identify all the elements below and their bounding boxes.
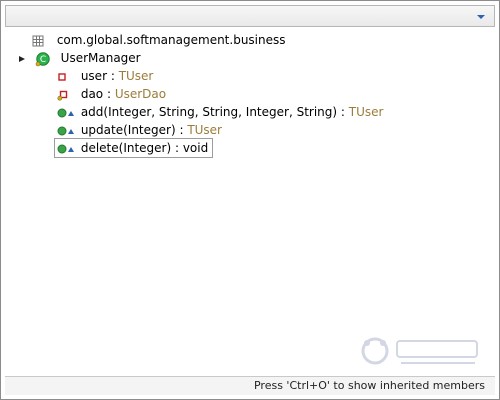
- member-separator: :: [107, 69, 119, 83]
- member-dao[interactable]: dao : UserDao: [57, 85, 166, 103]
- svg-text:C: C: [40, 55, 46, 65]
- member-label: dao : UserDao: [81, 87, 166, 101]
- member-name: add(Integer, String, String, Integer, St…: [80, 105, 338, 119]
- public-method-icon: [57, 144, 74, 153]
- member-name: update(Integer): [80, 123, 176, 137]
- member-type: UserDao: [114, 87, 167, 101]
- package-node[interactable]: com.global.softmanagement.business: [31, 31, 286, 49]
- member-type: TUser: [348, 105, 384, 119]
- class-icon: C: [35, 51, 50, 66]
- member-add[interactable]: add(Integer, String, String, Integer, St…: [57, 103, 383, 121]
- status-bar: Press 'Ctrl+O' to show inherited members: [5, 376, 495, 395]
- member-separator: :: [337, 105, 349, 119]
- outline-tree: com.global.softmanagement.business C Use…: [9, 31, 489, 371]
- member-name: delete(Integer) : void: [80, 141, 209, 155]
- member-update[interactable]: update(Integer) : TUser: [57, 121, 222, 139]
- member-type: TUser: [187, 123, 222, 137]
- class-node[interactable]: C UserManager: [17, 49, 141, 67]
- member-delete[interactable]: delete(Integer) : void: [53, 138, 214, 158]
- member-type: TUser: [118, 69, 154, 83]
- private-field-icon: [58, 72, 66, 81]
- member-label: user : TUser: [81, 69, 154, 83]
- private-field-icon: [57, 90, 68, 100]
- package-name: com.global.softmanagement.business: [56, 33, 286, 47]
- chevron-down-icon[interactable]: [476, 13, 486, 21]
- outline-popup: com.global.softmanagement.business C Use…: [0, 0, 500, 400]
- public-method-icon: [57, 126, 74, 135]
- member-separator: :: [103, 87, 115, 101]
- public-method-icon: [57, 108, 74, 117]
- expand-toggle-icon[interactable]: [17, 54, 27, 64]
- member-name: user: [80, 69, 108, 83]
- member-name: dao: [80, 87, 104, 101]
- package-icon: [32, 35, 44, 46]
- class-name: UserManager: [60, 51, 141, 65]
- member-label: add(Integer, String, String, Integer, St…: [81, 105, 384, 119]
- baidu-jingyan-watermark: [361, 337, 478, 365]
- inherited-members-hint: Press 'Ctrl+O' to show inherited members: [253, 379, 485, 392]
- filter-bar[interactable]: [5, 5, 495, 27]
- member-separator: :: [175, 123, 188, 137]
- member-label: update(Integer) : TUser: [81, 123, 222, 137]
- member-user[interactable]: user : TUser: [57, 67, 153, 85]
